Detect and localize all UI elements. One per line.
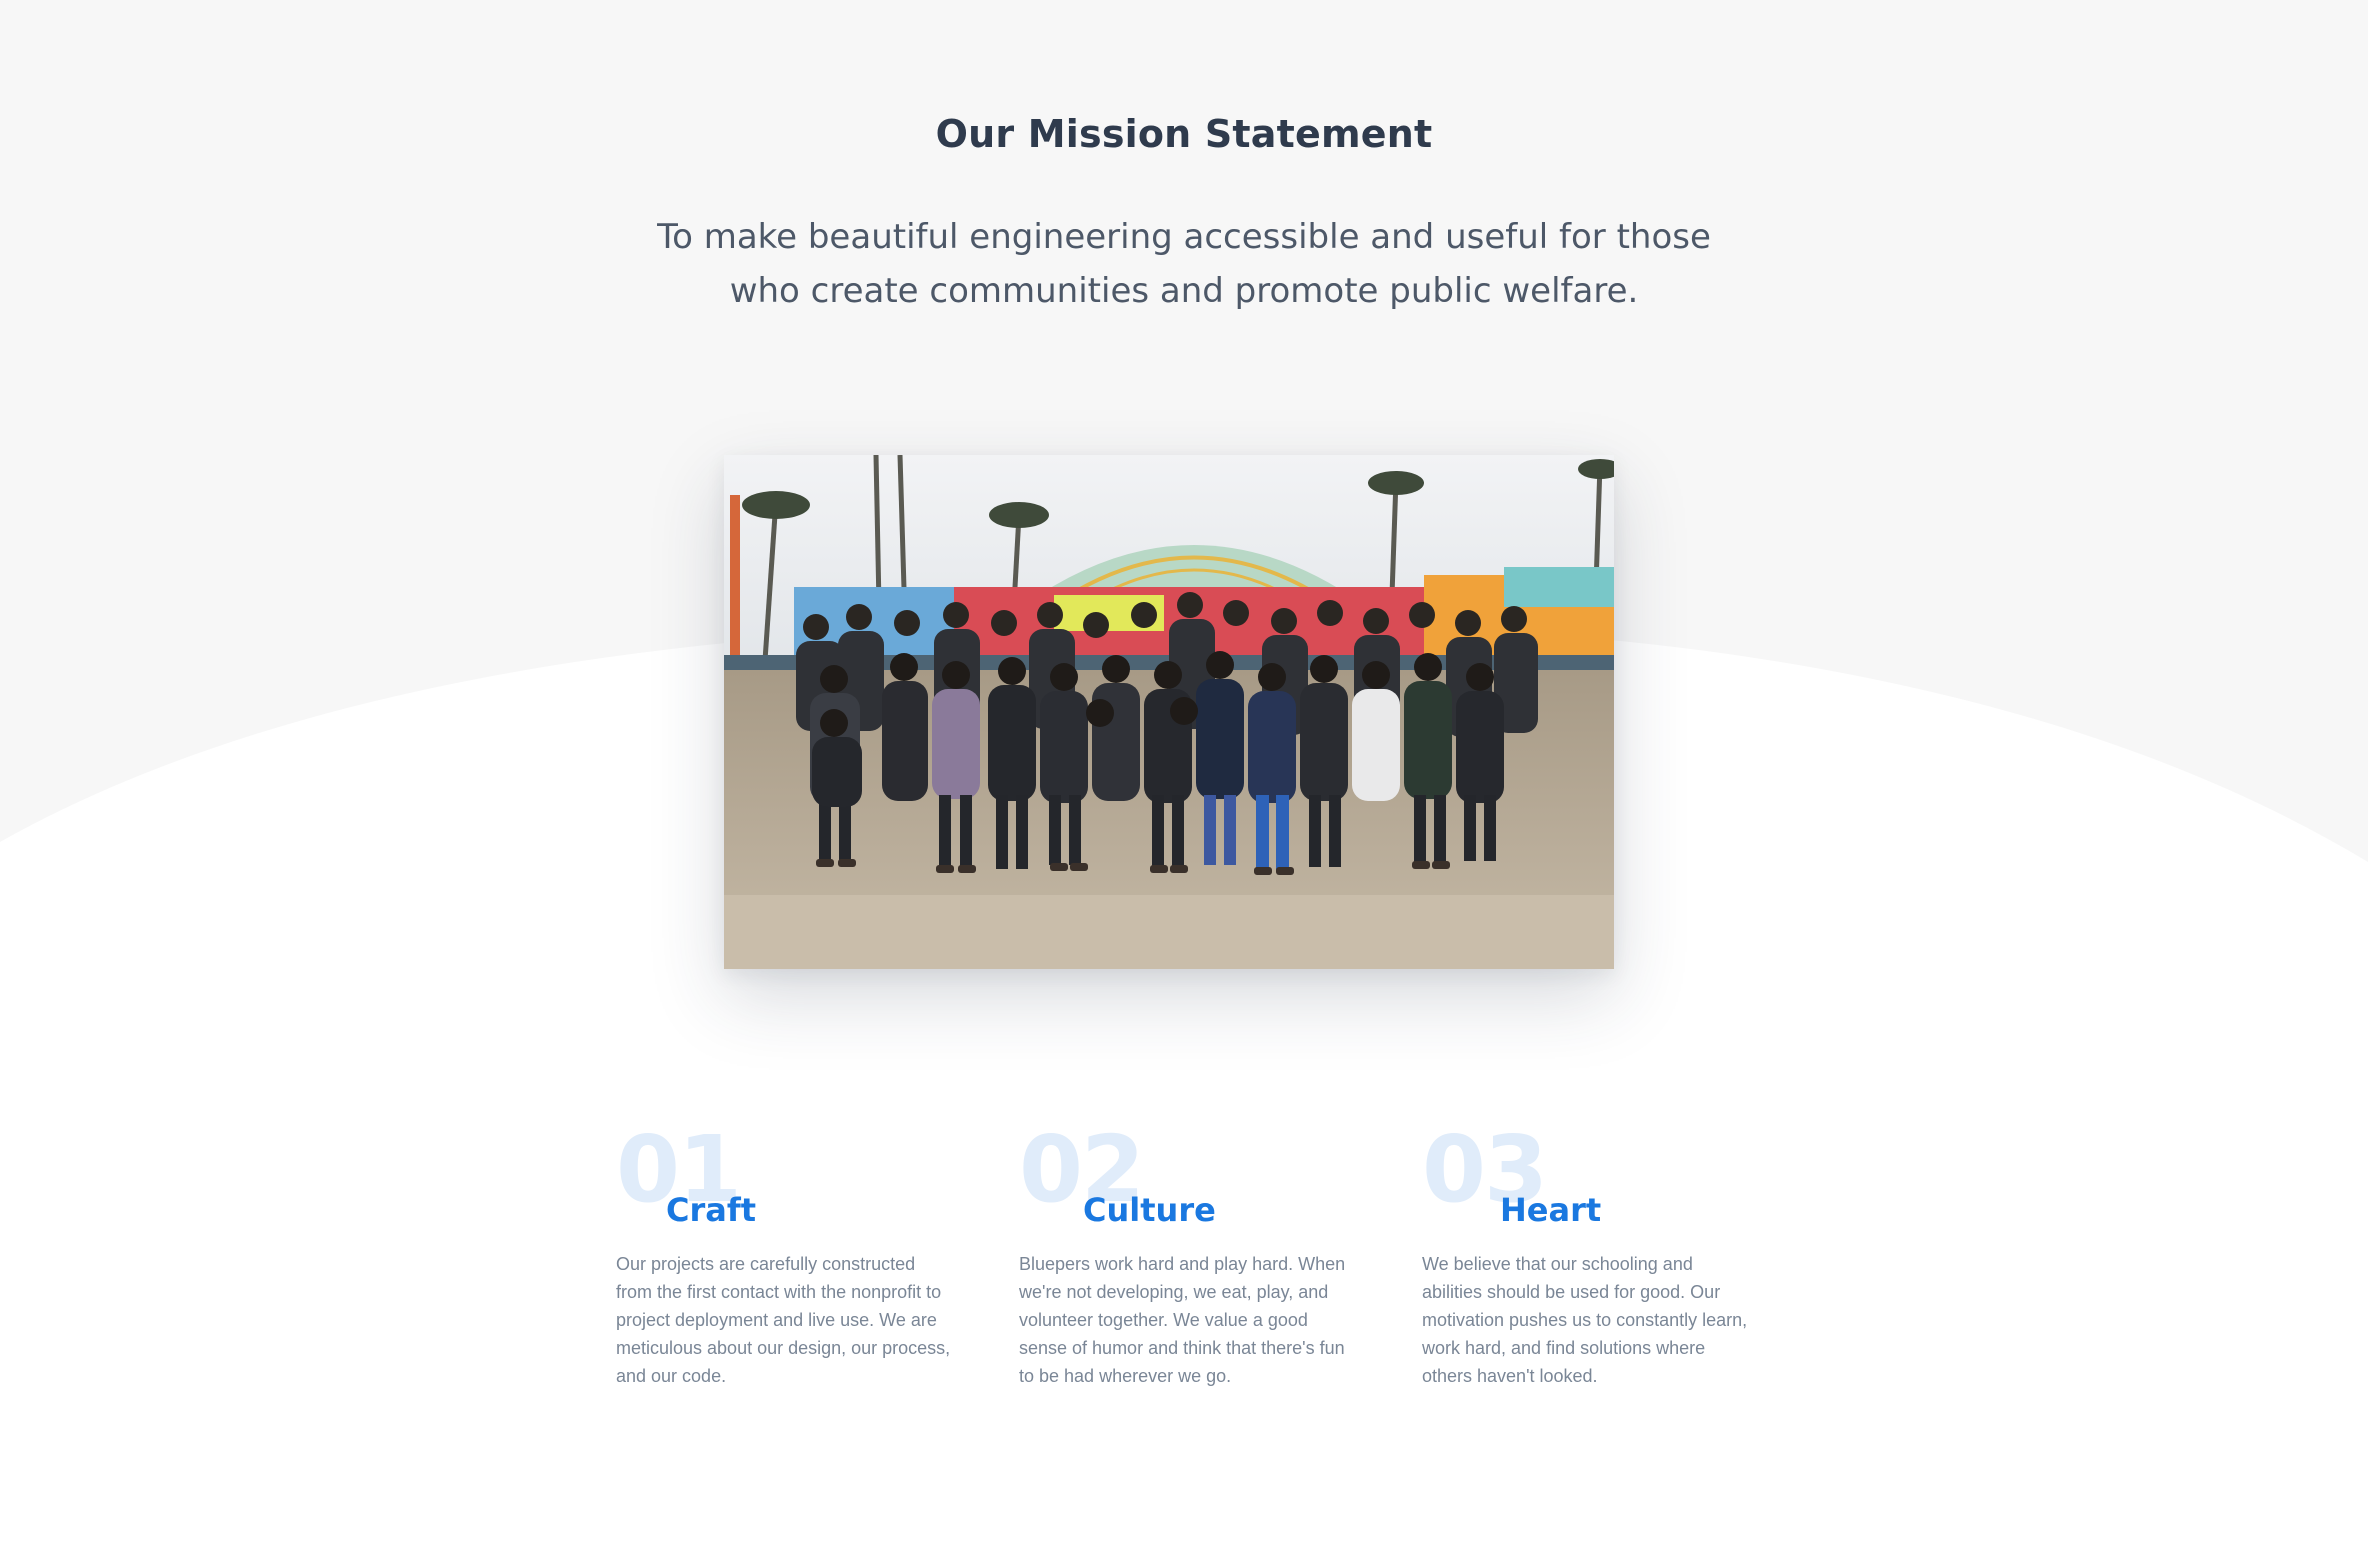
mission-title: Our Mission Statement: [935, 112, 1433, 156]
feature-description: We believe that our schooling and abilit…: [1422, 1254, 1748, 1386]
team-photo: [724, 455, 1614, 969]
mission-section: Our Mission Statement To make beautiful …: [0, 0, 2368, 1568]
feature-description: Bluepers work hard and play hard. When w…: [1019, 1254, 1346, 1386]
feature-title: Craft: [666, 1191, 757, 1229]
feature-title: Culture: [1083, 1191, 1216, 1229]
team-photo-illustration: [724, 455, 1614, 969]
mission-text: To make beautiful engineering accessible…: [657, 217, 1711, 311]
feature-title: Heart: [1500, 1191, 1602, 1229]
feature-description: Our projects are carefully constructed f…: [616, 1254, 951, 1386]
